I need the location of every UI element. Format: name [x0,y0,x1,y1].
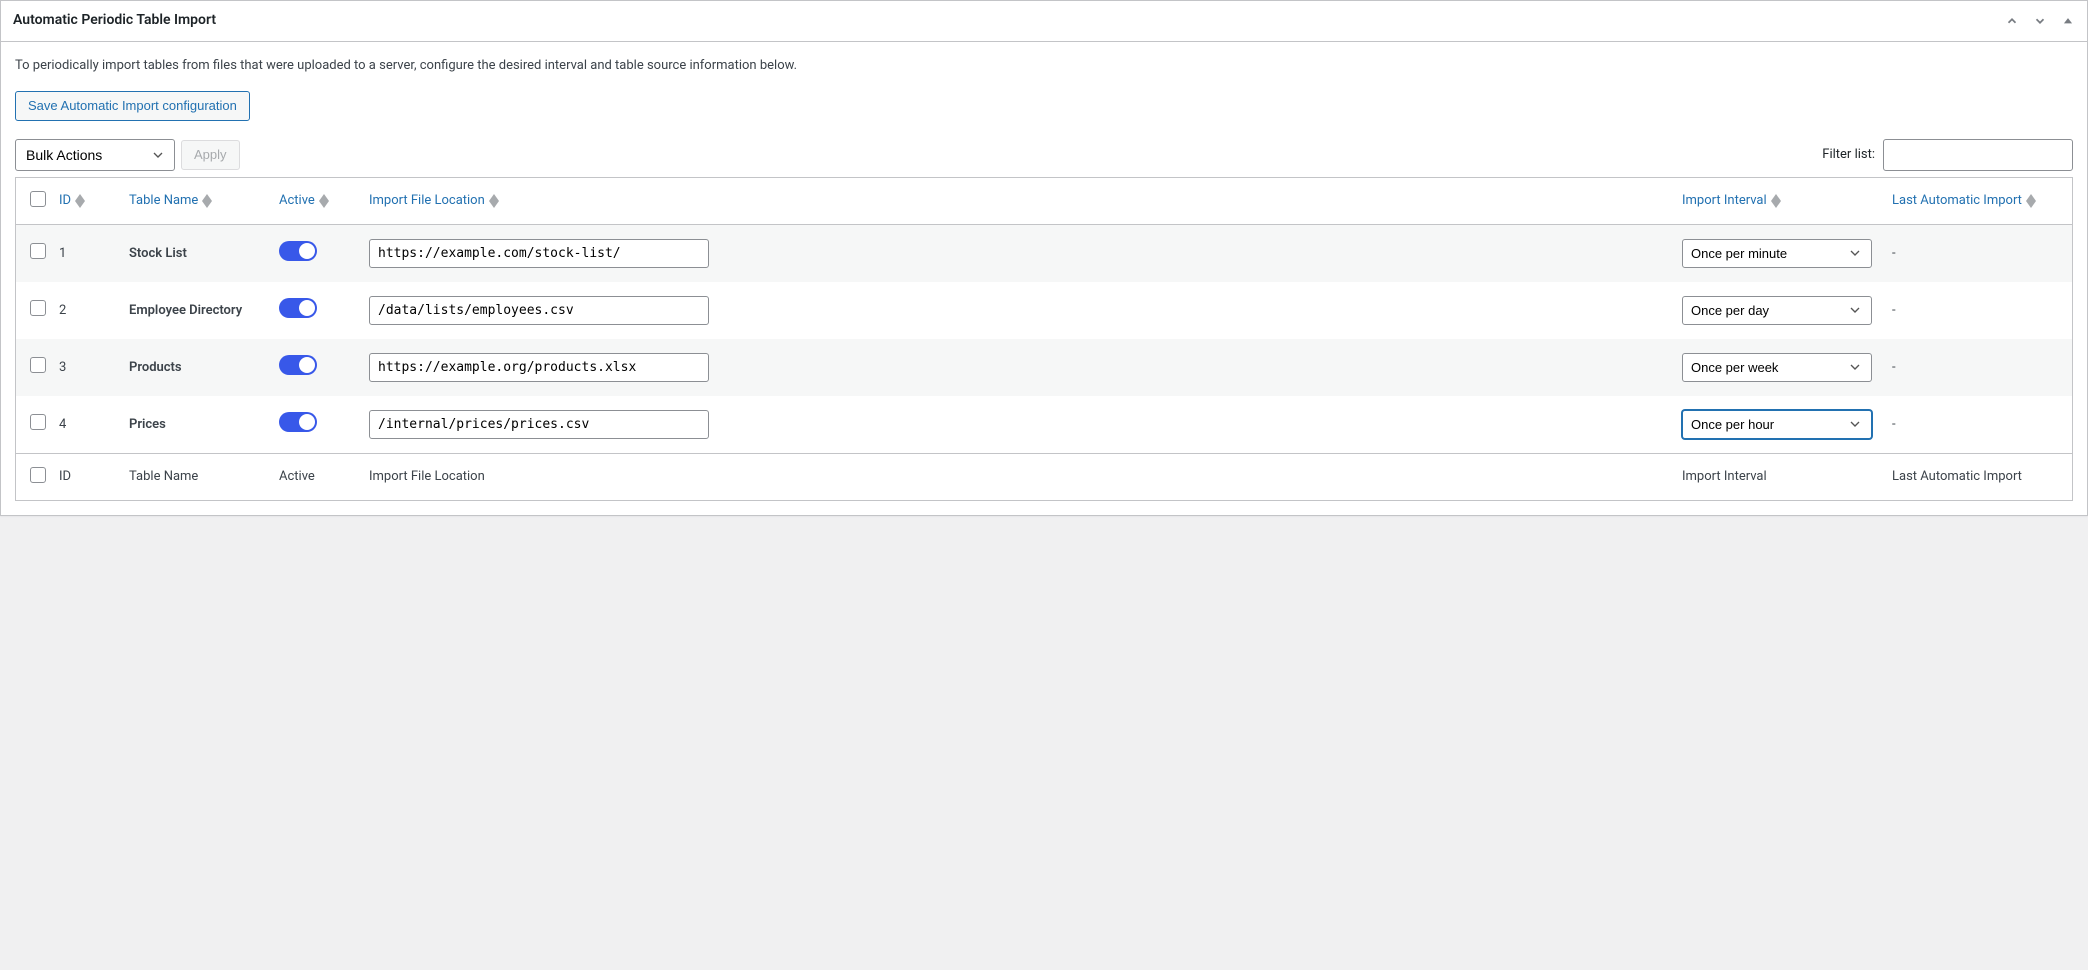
column-header-location[interactable]: Import File Location [359,178,1672,225]
active-toggle[interactable] [279,355,317,375]
column-footer-name: Table Name [119,453,269,500]
import-table: ID Table Name Active Import File Locatio… [15,177,2073,501]
bulk-actions: Bulk Actions Apply [15,139,240,171]
row-last-import: - [1882,282,2072,339]
row-name: Products [119,339,269,396]
apply-button[interactable]: Apply [181,140,240,170]
panel-body: To periodically import tables from files… [1,42,2087,515]
column-footer-interval: Import Interval [1672,453,1882,500]
table-row: 3Products Once per minuteOnce per hourOnc… [16,339,2072,396]
sort-icon [202,194,212,208]
row-last-import: - [1882,225,2072,282]
row-checkbox[interactable] [30,243,46,259]
table-row: 2Employee Directory Once per minuteOnce p… [16,282,2072,339]
chevron-up-icon[interactable] [1999,10,2025,32]
import-location-input[interactable] [369,410,709,439]
filter-area: Filter list: [1822,139,2073,171]
row-id: 4 [49,396,119,453]
sort-icon [319,194,329,208]
panel-description: To periodically import tables from files… [15,58,2073,73]
column-header-active[interactable]: Active [269,178,359,225]
select-all-checkbox-footer[interactable] [30,467,46,483]
row-checkbox[interactable] [30,357,46,373]
import-interval-select[interactable]: Once per minuteOnce per hourOnce per day… [1682,296,1872,325]
sort-icon [75,194,85,208]
import-interval-select[interactable]: Once per minuteOnce per hourOnce per day… [1682,239,1872,268]
save-configuration-button[interactable]: Save Automatic Import configuration [15,91,250,121]
row-id: 3 [49,339,119,396]
panel-title: Automatic Periodic Table Import [1,1,228,41]
filter-input[interactable] [1883,139,2073,171]
row-id: 1 [49,225,119,282]
import-location-input[interactable] [369,296,709,325]
collapse-up-icon[interactable] [2055,10,2081,32]
bulk-actions-select[interactable]: Bulk Actions [15,139,175,171]
row-checkbox[interactable] [30,300,46,316]
table-row: 1Stock List Once per minuteOnce per hourO… [16,225,2072,282]
panel-handle-actions [1999,10,2087,32]
active-toggle[interactable] [279,298,317,318]
row-last-import: - [1882,339,2072,396]
sort-icon [1771,194,1781,208]
column-header-name[interactable]: Table Name [119,178,269,225]
import-interval-select[interactable]: Once per minuteOnce per hourOnce per day… [1682,353,1872,382]
column-footer-active: Active [269,453,359,500]
column-footer-last: Last Automatic Import [1882,453,2072,500]
column-footer-location: Import File Location [359,453,1672,500]
column-header-last[interactable]: Last Automatic Import [1882,178,2072,225]
sort-icon [489,194,499,208]
column-header-interval[interactable]: Import Interval [1672,178,1882,225]
table-nav: Bulk Actions Apply Filter list: [15,139,2073,171]
row-name: Stock List [119,225,269,282]
row-checkbox[interactable] [30,414,46,430]
import-location-input[interactable] [369,353,709,382]
column-footer-id: ID [49,453,119,500]
select-all-checkbox[interactable] [30,191,46,207]
sort-icon [2026,194,2036,208]
row-id: 2 [49,282,119,339]
panel-header: Automatic Periodic Table Import [1,1,2087,42]
table-row: 4Prices Once per minuteOnce per hourOnce … [16,396,2072,453]
import-interval-select[interactable]: Once per minuteOnce per hourOnce per day… [1682,410,1872,439]
chevron-down-icon[interactable] [2027,10,2053,32]
active-toggle[interactable] [279,241,317,261]
import-location-input[interactable] [369,239,709,268]
active-toggle[interactable] [279,412,317,432]
filter-label: Filter list: [1822,147,1875,162]
import-panel: Automatic Periodic Table Import To perio… [0,0,2088,516]
column-header-id[interactable]: ID [49,178,119,225]
row-name: Prices [119,396,269,453]
row-name: Employee Directory [119,282,269,339]
row-last-import: - [1882,396,2072,453]
